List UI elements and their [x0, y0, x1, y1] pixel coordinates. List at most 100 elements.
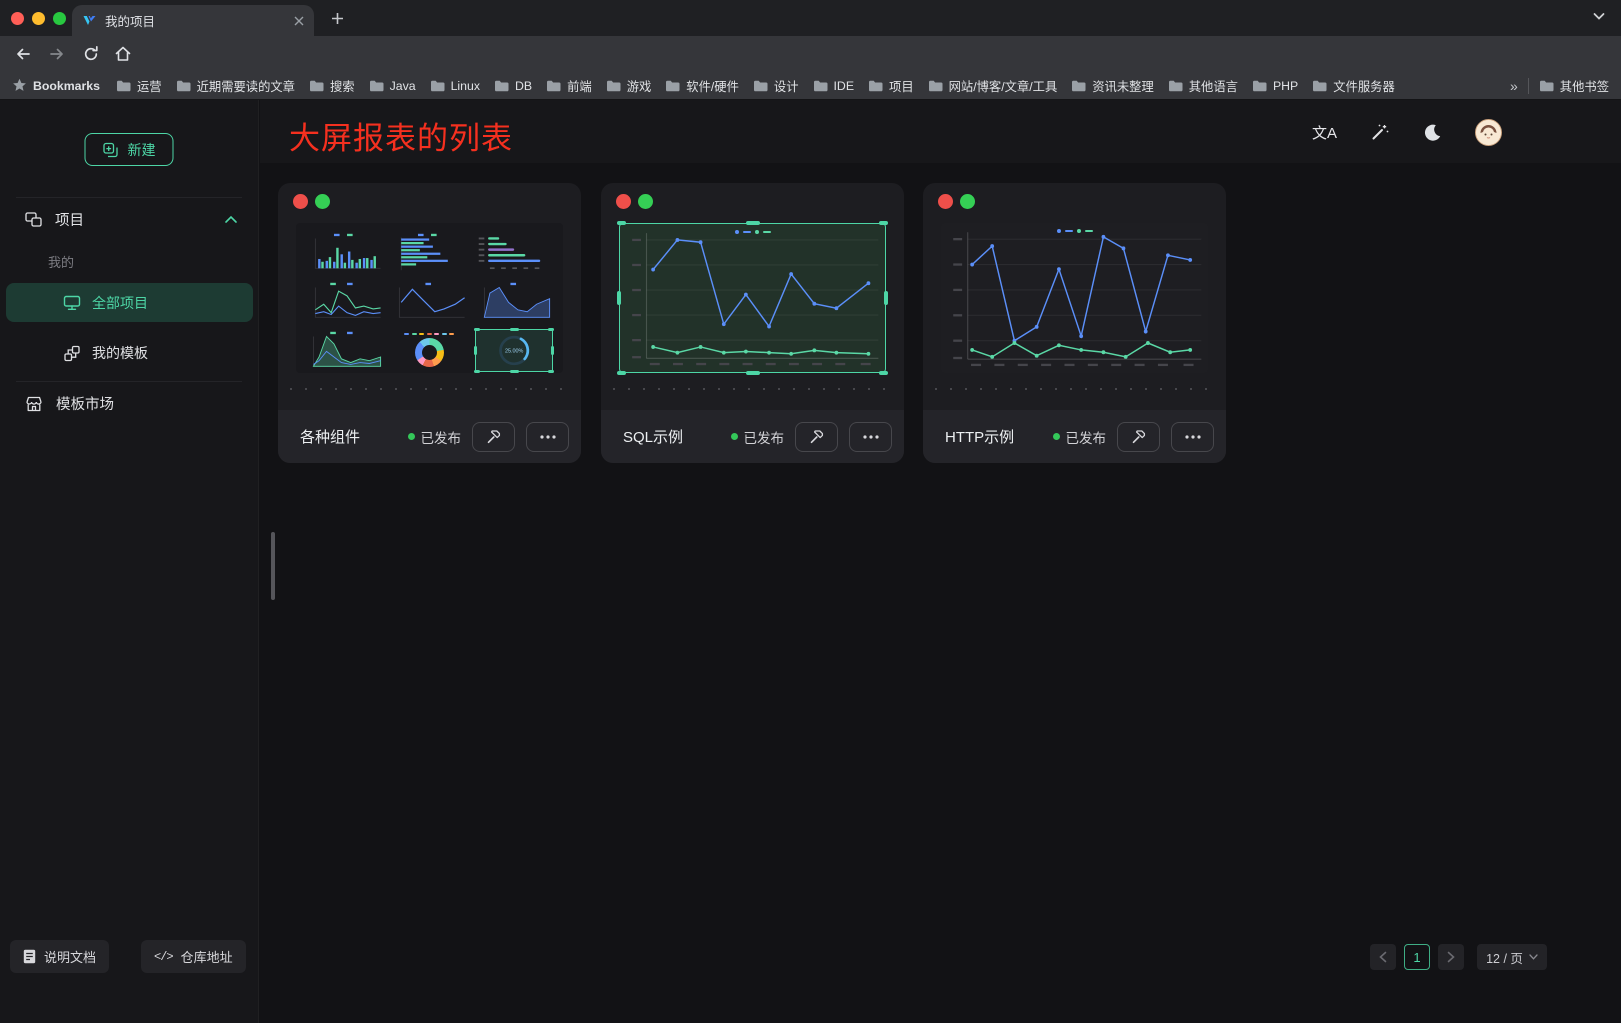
bookmark-folder[interactable]: 文件服务器	[1312, 77, 1395, 95]
project-card[interactable]: 25.00% 各种组件 已发布	[278, 183, 581, 463]
gauge-value: 25.00%	[505, 348, 524, 354]
more-button[interactable]	[526, 422, 569, 452]
bookmarks-overflow-button[interactable]: »	[1510, 78, 1518, 94]
sidebar-item-label: 全部项目	[92, 293, 148, 313]
bookmarks-home-item[interactable]: Bookmarks	[12, 78, 100, 93]
wand-icon[interactable]	[1370, 122, 1390, 142]
bookmark-folder[interactable]: Java	[369, 77, 416, 95]
chart-legend	[735, 230, 771, 234]
card-dot-red	[616, 194, 631, 209]
folder-icon	[546, 80, 561, 92]
project-card[interactable]: HTTP示例 已发布	[923, 183, 1226, 463]
status-dot	[1053, 433, 1060, 440]
pagination-current-page[interactable]: 1	[1404, 944, 1430, 970]
bookmark-folder[interactable]: 近期需要读的文章	[176, 77, 295, 95]
site-favicon	[82, 13, 97, 28]
minimize-window-button[interactable]	[32, 12, 45, 25]
card-thumbnail[interactable]	[619, 223, 886, 373]
close-window-button[interactable]	[11, 12, 24, 25]
bookmark-folder[interactable]: PHP	[1252, 77, 1298, 95]
card-dot-green	[960, 194, 975, 209]
bookmark-label: 运营	[137, 77, 162, 95]
tab-search-button[interactable]	[1593, 12, 1605, 21]
new-project-label: 新建	[128, 140, 156, 160]
bookmark-label: Java	[390, 79, 416, 93]
mini-bar-chart	[306, 231, 384, 274]
sidebar-group-projects[interactable]: 项目	[25, 205, 238, 233]
folder-icon	[116, 80, 131, 92]
more-button[interactable]	[849, 422, 892, 452]
edit-button[interactable]	[472, 422, 515, 452]
project-card[interactable]: SQL示例 已发布	[601, 183, 904, 463]
card-thumbnail[interactable]	[941, 223, 1208, 373]
donut-legend	[404, 333, 454, 335]
other-bookmarks-button[interactable]: 其他书签	[1539, 77, 1609, 95]
more-button[interactable]	[1171, 422, 1214, 452]
bookmark-label: Linux	[451, 79, 480, 93]
dotted-divider	[290, 388, 569, 390]
bookmark-folder[interactable]: DB	[494, 77, 532, 95]
bookmark-folder[interactable]: 其他语言	[1168, 77, 1238, 95]
new-tab-button[interactable]	[328, 9, 346, 27]
mini-area-chart-green	[306, 329, 384, 372]
back-button[interactable]	[12, 43, 34, 65]
bookmark-folder[interactable]: 资讯未整理	[1071, 77, 1154, 95]
bookmark-folder[interactable]: 软件/硬件	[665, 77, 739, 95]
sidebar-item-my-templates[interactable]: 我的模板	[6, 338, 253, 368]
bookmark-folder[interactable]: 前端	[546, 77, 592, 95]
bookmark-label: 搜索	[330, 77, 355, 95]
card-dot-red	[938, 194, 953, 209]
bookmark-folder[interactable]: 游戏	[606, 77, 652, 95]
pagination-prev-button[interactable]	[1370, 944, 1396, 970]
card-title: SQL示例	[623, 426, 683, 447]
sidebar-item-all-projects[interactable]: 全部项目	[6, 283, 253, 322]
bookmark-folder[interactable]: 运营	[116, 77, 162, 95]
bookmark-folder[interactable]: 网站/博客/文章/工具	[928, 77, 1058, 95]
mini-donut-chart	[390, 329, 468, 372]
mini-ranking-chart	[475, 231, 553, 274]
docs-button[interactable]: 说明文档	[10, 940, 109, 973]
document-icon	[23, 949, 36, 964]
browser-tab[interactable]: 我的项目	[72, 5, 314, 36]
pagination-next-button[interactable]	[1438, 944, 1464, 970]
ellipsis-icon	[1185, 435, 1201, 439]
page-size-select[interactable]: 12 / 页	[1477, 944, 1547, 970]
bookmark-folder[interactable]: 设计	[753, 77, 799, 95]
edit-button[interactable]	[1117, 422, 1160, 452]
scrollbar-thumb[interactable]	[271, 532, 275, 600]
bookmarks-label: Bookmarks	[33, 79, 100, 93]
bookmark-label: 软件/硬件	[686, 77, 739, 95]
folder-icon	[309, 80, 324, 92]
dark-mode-moon-icon[interactable]	[1423, 123, 1442, 142]
folder-icon	[369, 80, 384, 92]
card-footer: SQL示例 已发布	[601, 410, 904, 463]
bookmark-folder[interactable]: 项目	[868, 77, 914, 95]
folder-icon	[1071, 80, 1086, 92]
bookmark-label: 项目	[889, 77, 914, 95]
bookmark-label: PHP	[1273, 79, 1298, 93]
sidebar-item-template-market[interactable]: 模板市场	[25, 393, 114, 414]
repo-button[interactable]: </> 仓库地址	[141, 940, 246, 973]
translate-icon[interactable]: 文A	[1312, 122, 1337, 143]
edit-button[interactable]	[795, 422, 838, 452]
zoom-window-button[interactable]	[53, 12, 66, 25]
forward-button[interactable]	[46, 43, 68, 65]
mini-line-chart	[390, 280, 468, 323]
tab-close-icon[interactable]	[294, 16, 304, 26]
user-avatar[interactable]	[1475, 119, 1502, 146]
bookmark-folder[interactable]: IDE	[813, 77, 855, 95]
template-icon	[63, 345, 81, 362]
new-project-button[interactable]: 新建	[85, 133, 174, 166]
bookmark-folder[interactable]: 搜索	[309, 77, 355, 95]
folder-icon	[606, 80, 621, 92]
reload-button[interactable]	[80, 43, 102, 65]
ellipsis-icon	[540, 435, 556, 439]
home-button[interactable]	[112, 43, 134, 65]
folder-icon	[1312, 80, 1327, 92]
sidebar-sub-label: 我的	[48, 252, 74, 271]
chart-grid	[953, 232, 1201, 366]
bookmark-folder[interactable]: Linux	[430, 77, 480, 95]
card-dot-green	[315, 194, 330, 209]
card-thumbnail[interactable]: 25.00%	[296, 223, 563, 373]
bookmark-label: 游戏	[627, 77, 652, 95]
